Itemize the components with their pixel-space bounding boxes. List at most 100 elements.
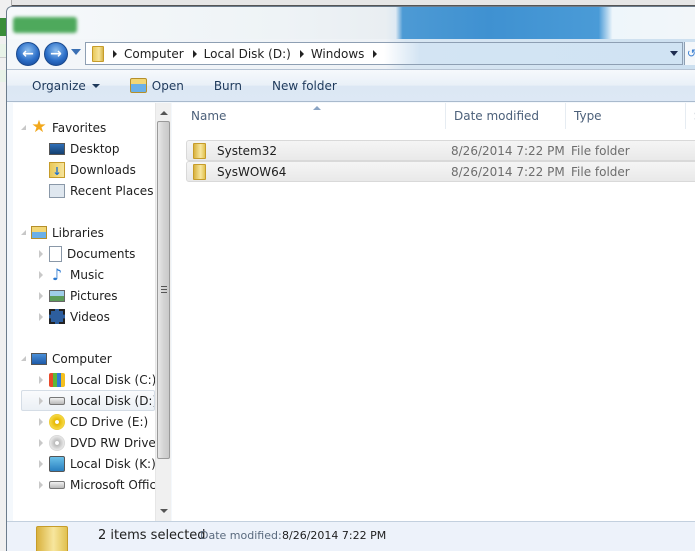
command-bar: Organize Open Burn New folder bbox=[7, 69, 695, 102]
expand-icon[interactable] bbox=[39, 375, 43, 384]
dvd-drive-icon bbox=[49, 434, 65, 451]
videos-icon bbox=[49, 309, 65, 324]
sidebar-item-local-disk-k[interactable]: Local Disk (K:) bbox=[39, 453, 173, 474]
sidebar-item-label: Downloads bbox=[70, 162, 136, 177]
sidebar-item-microsoft-office[interactable]: Microsoft Office bbox=[39, 474, 155, 495]
file-type: File folder bbox=[571, 165, 630, 179]
open-button[interactable]: Open bbox=[129, 74, 184, 98]
date-modified-value: 8/26/2014 7:22 PM bbox=[282, 529, 387, 542]
breadcrumb-separator-icon[interactable] bbox=[192, 49, 197, 58]
new-folder-label: New folder bbox=[272, 78, 337, 93]
sidebar-item-label: Pictures bbox=[70, 288, 118, 303]
expand-icon[interactable] bbox=[39, 270, 43, 279]
sidebar-item-label: Libraries bbox=[52, 225, 104, 240]
open-label: Open bbox=[151, 78, 184, 93]
sidebar-item-computer[interactable]: Computer bbox=[21, 348, 155, 369]
pictures-icon bbox=[49, 289, 65, 302]
file-name: System32 bbox=[217, 144, 278, 158]
expand-icon[interactable] bbox=[39, 480, 43, 489]
open-folder-icon bbox=[129, 78, 147, 93]
chevron-down-icon bbox=[91, 83, 100, 88]
grip-icon bbox=[161, 286, 167, 293]
file-date: 8/26/2014 7:22 PM bbox=[451, 144, 565, 158]
cd-drive-icon bbox=[49, 413, 65, 430]
column-size[interactable]: S bbox=[686, 103, 695, 129]
scrollbar-thumb[interactable] bbox=[157, 121, 170, 459]
expand-icon[interactable] bbox=[39, 291, 43, 300]
file-row-syswow64[interactable]: SysWOW64 8/26/2014 7:22 PM File folder bbox=[186, 161, 695, 182]
burn-label: Burn bbox=[213, 78, 242, 93]
sidebar-item-label: Documents bbox=[67, 246, 136, 261]
expand-icon[interactable] bbox=[39, 459, 43, 468]
drive-icon bbox=[49, 396, 65, 405]
sidebar-item-label: Local Disk (D:) bbox=[70, 393, 155, 408]
expand-icon[interactable] bbox=[39, 249, 43, 258]
scroll-down-button[interactable] bbox=[160, 509, 168, 513]
date-modified-label: Date modified: bbox=[200, 529, 282, 542]
window-title-blurred bbox=[13, 17, 77, 33]
details-pane: 2 items selected Date modified: 8/26/201… bbox=[7, 521, 695, 551]
sidebar-item-local-disk-c[interactable]: Local Disk (C:) bbox=[39, 369, 173, 390]
sidebar-item-videos[interactable]: Videos bbox=[39, 306, 173, 327]
sidebar-item-label: Computer bbox=[52, 351, 112, 366]
sidebar-item-libraries[interactable]: Libraries bbox=[21, 222, 155, 243]
refresh-button[interactable]: ↺ bbox=[684, 42, 695, 65]
navigation-pane: ★ Favorites Desktop ↓ Downloads Recent P… bbox=[13, 103, 171, 521]
column-type[interactable]: Type bbox=[566, 103, 686, 129]
address-bar[interactable]: Computer Local Disk (D:) Windows bbox=[85, 42, 683, 65]
back-button[interactable]: ← bbox=[16, 42, 40, 66]
new-folder-button[interactable]: New folder bbox=[272, 74, 337, 98]
arrow-right-icon: → bbox=[50, 46, 62, 62]
recent-pages-dropdown[interactable] bbox=[71, 49, 81, 55]
scroll-up-button[interactable] bbox=[160, 111, 168, 115]
expand-icon[interactable] bbox=[39, 396, 43, 405]
sidebar-item-documents[interactable]: Documents bbox=[39, 243, 173, 264]
computer-icon bbox=[31, 352, 47, 365]
breadcrumb-windows[interactable]: Windows bbox=[311, 47, 365, 61]
file-name: SysWOW64 bbox=[217, 165, 287, 179]
breadcrumb-separator-icon[interactable] bbox=[373, 49, 378, 58]
sidebar-item-label: Microsoft Office bbox=[70, 477, 155, 492]
file-row-system32[interactable]: System32 8/26/2014 7:22 PM File folder bbox=[186, 140, 695, 161]
breadcrumb-separator-icon[interactable] bbox=[299, 49, 304, 58]
folder-stack-icon bbox=[36, 526, 68, 551]
downloads-icon: ↓ bbox=[49, 161, 65, 178]
navigation-pane-scrollbar[interactable] bbox=[155, 103, 171, 521]
sidebar-item-label: Favorites bbox=[52, 120, 107, 135]
burn-button[interactable]: Burn bbox=[214, 74, 242, 98]
sidebar-item-label: CD Drive (E:) bbox=[70, 414, 149, 429]
sidebar-item-label: Local Disk (K:) bbox=[70, 456, 156, 471]
sidebar-item-label: Recent Places bbox=[70, 183, 154, 198]
expand-icon[interactable] bbox=[39, 312, 43, 321]
drive-icon bbox=[49, 480, 65, 489]
expand-icon[interactable] bbox=[39, 417, 43, 426]
sidebar-item-pictures[interactable]: Pictures bbox=[39, 285, 173, 306]
expand-icon[interactable] bbox=[39, 438, 43, 447]
expand-icon[interactable] bbox=[21, 125, 26, 130]
sidebar-item-label: Videos bbox=[70, 309, 110, 324]
expand-icon[interactable] bbox=[21, 356, 26, 361]
sidebar-item-local-disk-d[interactable]: Local Disk (D:) bbox=[21, 390, 155, 411]
breadcrumb-separator-icon[interactable] bbox=[113, 49, 117, 58]
system-drive-icon bbox=[49, 372, 65, 387]
expand-icon[interactable] bbox=[21, 230, 26, 235]
column-label: Type bbox=[574, 109, 602, 123]
column-date-modified[interactable]: Date modified bbox=[446, 103, 566, 129]
breadcrumb-local-disk-d[interactable]: Local Disk (D:) bbox=[204, 47, 291, 61]
organize-label: Organize bbox=[32, 78, 86, 93]
sidebar-item-label: Local Disk (C:) bbox=[70, 372, 157, 387]
selection-count: 2 items selected bbox=[98, 528, 206, 543]
breadcrumb-computer[interactable]: Computer bbox=[124, 47, 184, 61]
forward-button[interactable]: → bbox=[44, 42, 68, 66]
address-history-dropdown[interactable] bbox=[670, 51, 678, 56]
sidebar-item-cd-drive-e[interactable]: CD Drive (E:) bbox=[39, 411, 173, 432]
title-bar[interactable] bbox=[7, 7, 695, 39]
folder-icon bbox=[92, 45, 104, 62]
sidebar-item-favorites[interactable]: ★ Favorites bbox=[21, 117, 155, 138]
sidebar-item-music[interactable]: ♪ Music bbox=[39, 264, 173, 285]
folder-icon bbox=[193, 164, 206, 180]
file-date: 8/26/2014 7:22 PM bbox=[451, 165, 565, 179]
sidebar-item-dvd-rw-drive-f[interactable]: DVD RW Drive (F: bbox=[39, 432, 155, 453]
organize-button[interactable]: Organize bbox=[32, 74, 100, 98]
sidebar-item-label: Music bbox=[70, 267, 105, 282]
